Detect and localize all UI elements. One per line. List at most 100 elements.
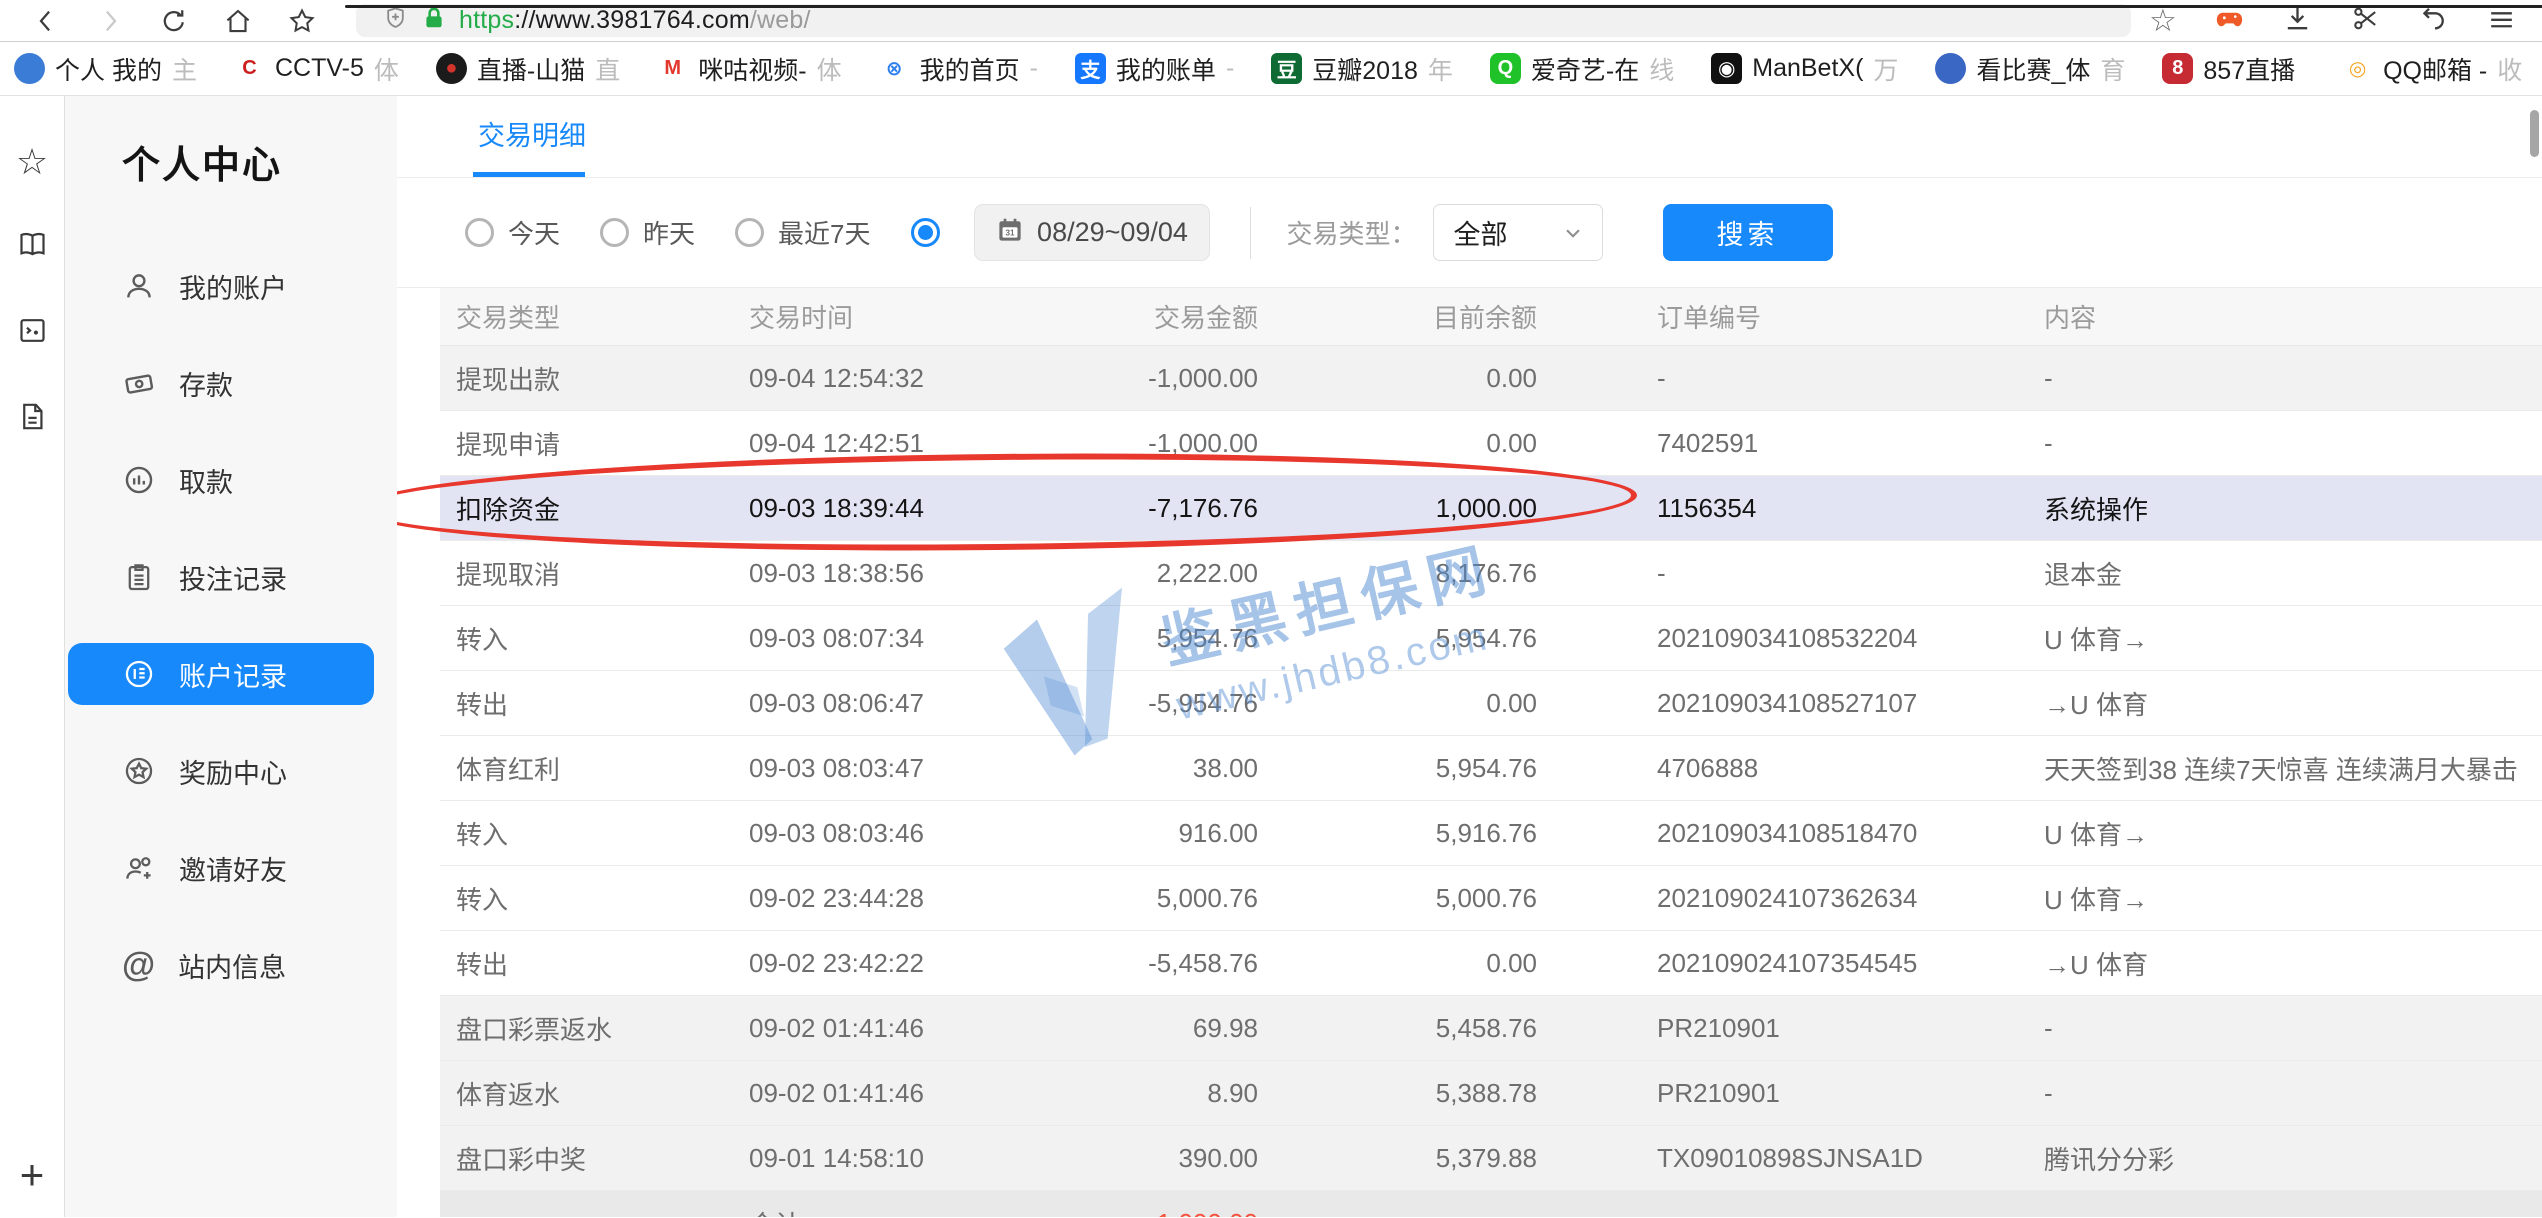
tab-transaction-details[interactable]: 交易明细	[478, 114, 586, 153]
radio-yesterday-label: 昨天	[643, 214, 695, 251]
cell-time: 09-02 01:41:46	[733, 1078, 999, 1109]
bookmark-item[interactable]: 8 857直播	[2162, 51, 2305, 87]
code-panel-icon[interactable]	[16, 314, 49, 352]
table-row: 转出 09-03 08:06:47 -5,954.76 0.00 2021090…	[440, 671, 2542, 736]
col-header-amount: 交易金额	[999, 298, 1258, 335]
bookmark-item[interactable]: 个人 我的 主	[14, 51, 197, 87]
sidebar-item-site-messages[interactable]: @ 站内信息	[68, 934, 374, 996]
cell-amount: 5,000.76	[999, 883, 1258, 914]
sidebar-item-bet-records[interactable]: 投注记录	[68, 546, 374, 608]
sidebar-item-label: 投注记录	[179, 558, 287, 597]
forward-icon[interactable]	[78, 6, 142, 36]
url-text: https://www.3981764.com/web/	[459, 6, 811, 35]
sidebar-menu: 我的账户 存款 取款 投注记录 账户记录 奖励中心	[65, 255, 397, 996]
sidebar-item-withdraw[interactable]: 取款	[68, 449, 374, 511]
sidebar-item-rewards[interactable]: 奖励中心	[68, 740, 374, 802]
cell-balance: 1,000.00	[1258, 493, 1537, 524]
sidebar-item-my-account[interactable]: 我的账户	[68, 255, 374, 317]
bookmark-item[interactable]: ⊗ 我的首页 -	[879, 51, 1038, 87]
cell-amount: 2,222.00	[999, 558, 1258, 589]
bookmark-favicon: 豆	[1271, 53, 1302, 84]
address-bar[interactable]: https://www.3981764.com/web/	[356, 4, 2131, 37]
bookmarks-bar: 个人 我的 主 C CCTV-5 体 ● 直播-山猫 直 M 咪咕视频- 体 ⊗…	[0, 42, 2542, 96]
search-button[interactable]: 搜索	[1663, 204, 1833, 261]
scrollbar-thumb[interactable]	[2530, 110, 2539, 157]
user-center-sidebar: 个人中心 我的账户 存款 取款 投注记录 账户记录	[65, 96, 397, 1217]
bookmark-item[interactable]: ◎ QQ邮箱 - 收	[2342, 51, 2522, 87]
radio-today[interactable]	[465, 218, 494, 247]
withdraw-icon	[122, 463, 156, 497]
window-edge-line	[345, 5, 2542, 8]
bookmark-favicon: ◉	[1711, 53, 1742, 84]
bookmark-item[interactable]: 支 我的账单 -	[1075, 51, 1234, 87]
bookmark-favicon: ●	[436, 53, 467, 84]
bookmark-item[interactable]: Q 爱奇艺-在 线	[1490, 51, 1674, 87]
table-body: 提现出款 09-04 12:54:32 -1,000.00 0.00 - - 提…	[440, 346, 2542, 1191]
bookmark-star-icon[interactable]: ☆	[2149, 5, 2177, 36]
cell-amount: 8.90	[999, 1078, 1258, 1109]
cell-content: -	[2044, 1078, 2542, 1109]
date-range-value: 08/29~09/04	[1037, 217, 1188, 248]
home-icon[interactable]	[206, 6, 270, 36]
cell-content: U 体育→	[2044, 880, 2542, 917]
cell-type: 盘口彩中奖	[440, 1140, 733, 1177]
cell-time: 09-04 12:42:51	[733, 428, 999, 459]
cell-order-number: -	[1537, 558, 2044, 589]
table-row: 转入 09-02 23:44:28 5,000.76 5,000.76 2021…	[440, 866, 2542, 931]
cell-order-number: 4706888	[1537, 753, 2044, 784]
transaction-type-select[interactable]: 全部	[1433, 204, 1603, 261]
reading-list-icon[interactable]	[16, 228, 49, 266]
notes-icon[interactable]	[16, 400, 49, 438]
bookmark-item[interactable]: C CCTV-5 体	[234, 51, 399, 87]
bookmark-favicon: Q	[1490, 53, 1521, 84]
cell-balance: 5,954.76	[1258, 623, 1537, 654]
cell-order-number: PR210901	[1537, 1013, 2044, 1044]
bookmark-item[interactable]: 看比赛_体 育	[1935, 51, 2125, 87]
bookmark-item[interactable]: 豆 豆瓣2018 年	[1271, 51, 1453, 87]
bookmark-favicon	[14, 53, 45, 84]
bookmark-item[interactable]: ◉ ManBetX( 万	[1711, 51, 1898, 87]
cell-time: 09-03 08:03:47	[733, 753, 999, 784]
user-icon	[122, 269, 156, 303]
transaction-type-label: 交易类型：	[1287, 214, 1417, 251]
add-icon[interactable]: +	[20, 1151, 45, 1199]
date-range-picker[interactable]: 31 08/29~09/04	[974, 204, 1210, 261]
table-row: 体育返水 09-02 01:41:46 8.90 5,388.78 PR2109…	[440, 1061, 2542, 1126]
bookmark-item[interactable]: ● 直播-山猫 直	[436, 51, 620, 87]
cell-content: -	[2044, 363, 2542, 394]
favorites-icon[interactable]	[270, 6, 334, 36]
cell-type: 转入	[440, 620, 733, 657]
sidebar-item-invite-friends[interactable]: 邀请好友	[68, 837, 374, 899]
radio-yesterday[interactable]	[600, 218, 629, 247]
reload-icon[interactable]	[142, 6, 206, 36]
radio-custom-range[interactable]	[911, 218, 940, 247]
table-row: 体育红利 09-03 08:03:47 38.00 5,954.76 47068…	[440, 736, 2542, 801]
table-row: 提现取消 09-03 18:38:56 2,222.00 8,176.76 - …	[440, 541, 2542, 606]
cell-balance: 5,379.88	[1258, 1143, 1537, 1174]
cell-type: 转入	[440, 880, 733, 917]
cell-balance: 8,176.76	[1258, 558, 1537, 589]
cell-type: 转入	[440, 815, 733, 852]
cell-content: 系统操作	[2044, 490, 2542, 527]
back-icon[interactable]	[14, 6, 78, 36]
cell-time: 09-04 12:54:32	[733, 363, 999, 394]
radio-last7days-label: 最近7天	[778, 214, 870, 251]
favorites-star-icon[interactable]: ☆	[16, 144, 48, 180]
cell-time: 09-03 08:03:46	[733, 818, 999, 849]
cell-balance: 5,916.76	[1258, 818, 1537, 849]
cell-type: 提现出款	[440, 360, 733, 397]
bookmark-favicon: M	[657, 53, 688, 84]
cell-amount: -5,954.76	[999, 688, 1258, 719]
selected-type: 全部	[1454, 213, 1508, 252]
total-amount: -1,000.00	[999, 1208, 1258, 1218]
calendar-icon: 31	[995, 215, 1025, 250]
shield-icon[interactable]	[382, 5, 409, 37]
radio-last7days[interactable]	[735, 218, 764, 247]
cell-amount: 69.98	[999, 1013, 1258, 1044]
sidebar-item-deposit[interactable]: 存款	[68, 352, 374, 414]
sidebar-item-label: 奖励中心	[179, 752, 287, 791]
col-header-balance: 目前余额	[1258, 298, 1537, 335]
sidebar-item-account-records[interactable]: 账户记录	[68, 643, 374, 705]
bookmark-item[interactable]: M 咪咕视频- 体	[657, 51, 841, 87]
cell-balance: 5,458.76	[1258, 1013, 1537, 1044]
